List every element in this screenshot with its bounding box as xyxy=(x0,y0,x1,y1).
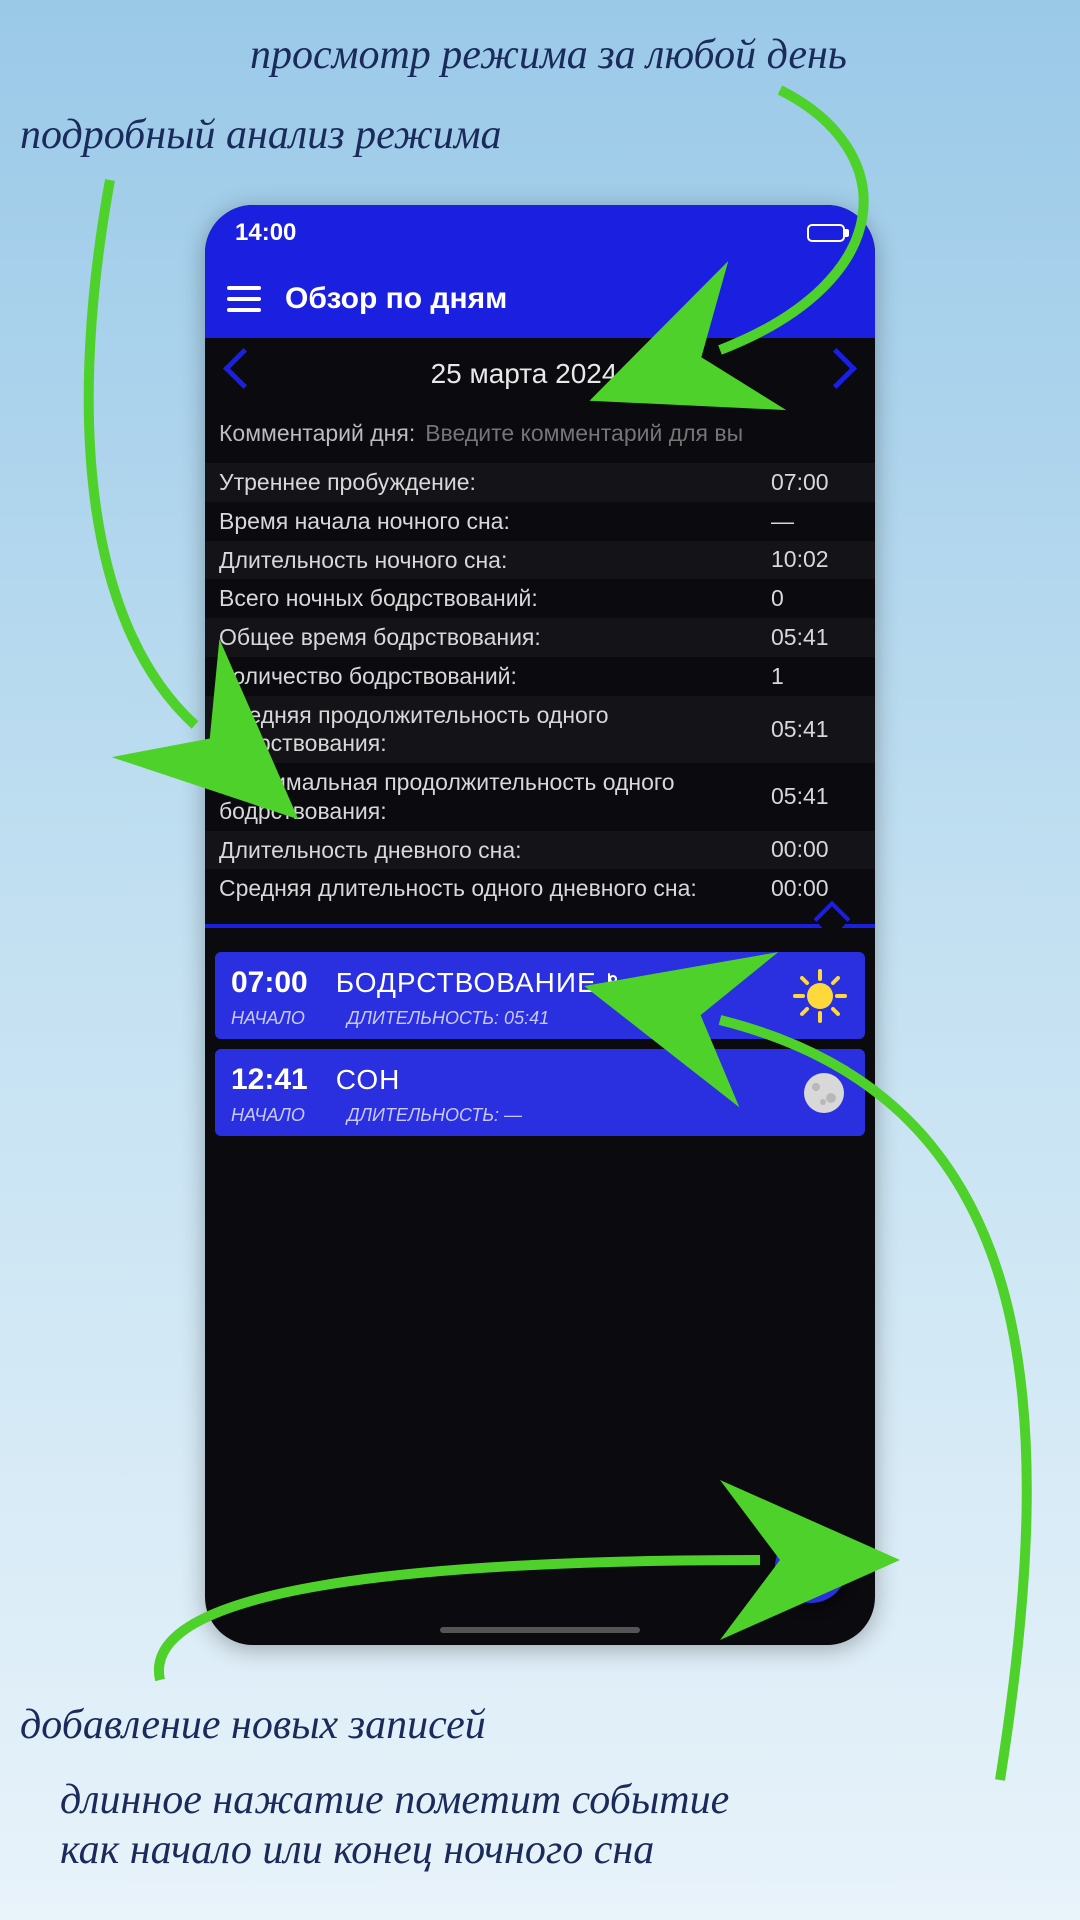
sun-icon xyxy=(793,969,847,1023)
comment-label: Комментарий дня: xyxy=(219,420,415,447)
stat-label: Длительность ночного сна: xyxy=(219,546,771,575)
app-title: Обзор по дням xyxy=(285,282,507,316)
stat-row: Длительность ночного сна:10:02 xyxy=(205,541,875,580)
status-bar: 14:00 xyxy=(205,205,875,260)
search-icon[interactable] xyxy=(627,363,649,385)
stat-label: Всего ночных бодрствований: xyxy=(219,584,771,613)
phone-frame: 14:00 Обзор по дням 25 марта 2024 Коммен… xyxy=(205,205,875,1645)
event-type: СОН xyxy=(336,1064,401,1096)
stat-value: 00:00 xyxy=(771,836,861,863)
stat-row: Утреннее пробуждение:07:00 xyxy=(205,463,875,502)
stat-row: Длительность дневного сна:00:00 xyxy=(205,831,875,870)
event-card[interactable]: 07:00 БОДРСТВОВАНИЕ НАЧАЛО ДЛИТЕЛЬНОСТЬ: 05… xyxy=(215,952,865,1039)
event-duration: ДЛИТЕЛЬНОСТЬ: 05:41 xyxy=(347,1008,549,1029)
menu-icon[interactable] xyxy=(227,286,261,312)
stat-row: Время начала ночного сна:— xyxy=(205,502,875,541)
current-date: 25 марта 2024 xyxy=(431,358,618,390)
event-card[interactable]: 12:41 СОН НАЧАЛО ДЛИТЕЛЬНОСТЬ: — xyxy=(215,1049,865,1136)
stat-row: Средняя продолжительность одного бодрств… xyxy=(205,696,875,764)
stat-row: Всего ночных бодрствований:0 xyxy=(205,579,875,618)
annotation-view-any-day: просмотр режима за любой день xyxy=(250,30,847,80)
events-list: 07:00 БОДРСТВОВАНИЕ НАЧАЛО ДЛИТЕЛЬНОСТЬ: 05… xyxy=(205,938,875,1150)
add-button[interactable] xyxy=(775,1531,847,1603)
stat-value: — xyxy=(771,508,861,535)
battery-icon xyxy=(807,224,845,242)
moon-icon xyxy=(801,1070,847,1116)
bed-icon xyxy=(607,972,637,994)
stat-label: Максимальная продолжительность одного бо… xyxy=(219,768,771,826)
home-indicator xyxy=(440,1627,640,1633)
stat-label: Средняя длительность одного дневного сна… xyxy=(219,874,771,903)
stat-row: Количество бодрствований:1 xyxy=(205,657,875,696)
day-comment-row: Комментарий дня: xyxy=(205,410,875,463)
stat-value: 05:41 xyxy=(771,716,861,743)
stat-value: 10:02 xyxy=(771,546,861,573)
stat-value: 0 xyxy=(771,585,861,612)
event-start-label: НАЧАЛО xyxy=(231,1008,319,1029)
event-time: 07:00 xyxy=(231,966,308,1000)
event-time: 12:41 xyxy=(231,1063,308,1097)
stat-value: 05:41 xyxy=(771,624,861,651)
stat-row: Средняя длительность одного дневного сна… xyxy=(205,869,875,908)
stat-value: 00:00 xyxy=(771,875,861,902)
date-navigator: 25 марта 2024 xyxy=(205,338,875,410)
stat-label: Длительность дневного сна: xyxy=(219,836,771,865)
prev-day-button[interactable] xyxy=(223,354,247,394)
stat-row: Максимальная продолжительность одного бо… xyxy=(205,763,875,831)
stat-label: Утреннее пробуждение: xyxy=(219,468,771,497)
stat-label: Количество бодрствований: xyxy=(219,662,771,691)
stat-value: 07:00 xyxy=(771,469,861,496)
comment-input[interactable] xyxy=(425,420,861,447)
stat-label: Общее время бодрствования: xyxy=(219,623,771,652)
annotation-detailed-analysis: подробный анализ режима xyxy=(20,110,502,160)
stat-value: 1 xyxy=(771,663,861,690)
event-duration: ДЛИТЕЛЬНОСТЬ: — xyxy=(347,1105,522,1126)
stat-value: 05:41 xyxy=(771,783,861,810)
stat-label: Время начала ночного сна: xyxy=(219,507,771,536)
stat-label: Средняя продолжительность одного бодрств… xyxy=(219,701,771,759)
annotation-add-records: добавление новых записей xyxy=(20,1700,486,1750)
status-time: 14:00 xyxy=(235,219,296,247)
annotation-long-press: длинное нажатие пометит событие как нача… xyxy=(60,1775,729,1876)
event-type: БОДРСТВОВАНИЕ xyxy=(336,967,637,999)
stat-row: Общее время бодрствования:05:41 xyxy=(205,618,875,657)
section-divider xyxy=(205,914,875,938)
next-day-button[interactable] xyxy=(833,354,857,394)
event-start-label: НАЧАЛО xyxy=(231,1105,319,1126)
stats-table: Утреннее пробуждение:07:00Время начала н… xyxy=(205,463,875,908)
app-bar: Обзор по дням xyxy=(205,260,875,338)
